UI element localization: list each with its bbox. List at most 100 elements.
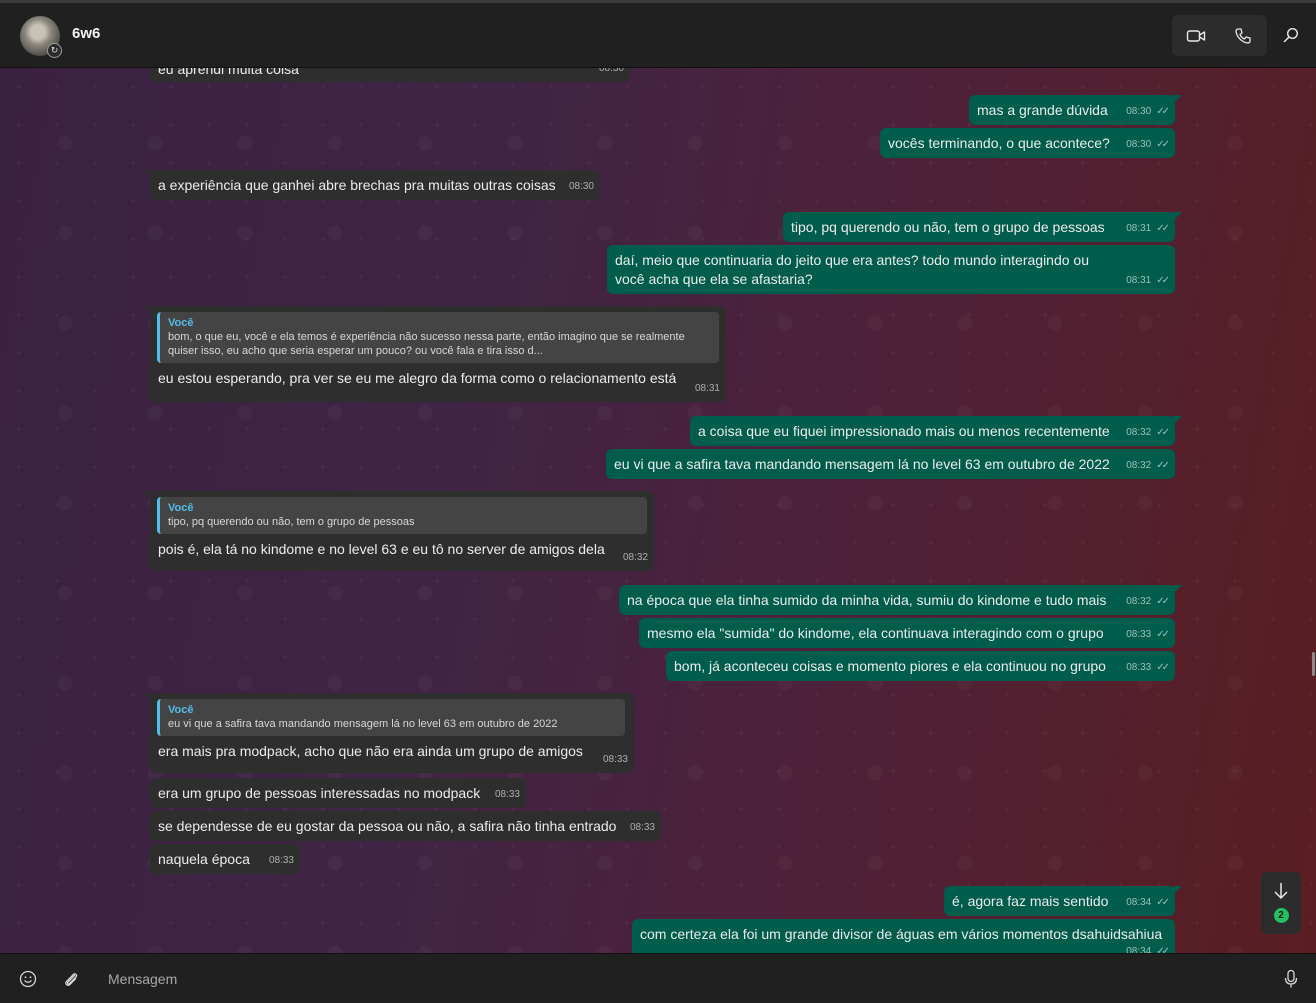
message-text: era um grupo de pessoas interessadas no … bbox=[158, 785, 481, 801]
message-list[interactable]: eu aprendi muita coisa 08:30 mas a grand… bbox=[0, 68, 1316, 953]
double-check-icon: ✓✓ bbox=[1156, 629, 1170, 640]
message-outgoing[interactable]: a coisa que eu fiquei impressionado mais… bbox=[690, 416, 1182, 446]
message-input[interactable] bbox=[98, 963, 1258, 995]
message-time: 08:31 bbox=[694, 383, 720, 394]
double-check-icon: ✓✓ bbox=[1156, 275, 1170, 286]
message-time: 08:33 bbox=[494, 789, 520, 800]
emoji-button[interactable] bbox=[15, 966, 41, 992]
message-time: 08:31 bbox=[1126, 223, 1152, 234]
message-incoming-reply[interactable]: Você eu vi que a safira tava mandando me… bbox=[143, 693, 634, 773]
message-outgoing[interactable]: é, agora faz mais sentido 08:34 ✓✓ bbox=[944, 886, 1182, 916]
message-incoming[interactable]: eu aprendi muita coisa 08:30 bbox=[150, 68, 630, 82]
message-time: 08:33 bbox=[268, 855, 294, 866]
message-text: mesmo ela "sumida" do kindome, ela conti… bbox=[647, 625, 1104, 641]
status-ring-icon: ↻ bbox=[47, 43, 62, 58]
message-text: com certeza ela foi um grande divisor de… bbox=[640, 926, 1163, 942]
voice-call-button[interactable] bbox=[1220, 15, 1268, 56]
message-text: mas a grande dúvida bbox=[977, 102, 1108, 118]
message-text: a coisa que eu fiquei impressionado mais… bbox=[698, 423, 1110, 439]
message-time: 08:32 bbox=[1126, 427, 1152, 438]
message-text: eu vi que a safira tava mandando mensage… bbox=[614, 456, 1110, 472]
message-outgoing[interactable]: vocês terminando, o que acontece? 08:30 ✓… bbox=[880, 128, 1175, 158]
message-incoming[interactable]: era um grupo de pessoas interessadas no … bbox=[150, 778, 526, 808]
message-text: era mais pra modpack, acho que não era a… bbox=[158, 743, 583, 759]
quoted-message[interactable]: Você bom, o que eu, você e ela temos é e… bbox=[157, 312, 719, 363]
double-check-icon: ✓✓ bbox=[1156, 139, 1170, 150]
double-check-icon: ✓✓ bbox=[1156, 223, 1170, 234]
message-text: tipo, pq querendo ou não, tem o grupo de… bbox=[791, 219, 1105, 235]
contact-name[interactable]: 6w6 bbox=[72, 25, 100, 42]
message-outgoing[interactable]: com certeza ela foi um grande divisor de… bbox=[632, 919, 1175, 953]
quote-author: Você bbox=[168, 502, 194, 514]
message-text: bom, já aconteceu coisas e momento piore… bbox=[674, 658, 1106, 674]
quote-author: Você bbox=[168, 317, 194, 329]
message-time: 08:33 bbox=[1126, 662, 1152, 673]
message-outgoing[interactable]: mas a grande dúvida 08:30 ✓✓ bbox=[969, 95, 1182, 125]
message-outgoing[interactable]: tipo, pq querendo ou não, tem o grupo de… bbox=[783, 212, 1182, 242]
message-time: 08:34 bbox=[1126, 897, 1152, 908]
double-check-icon: ✓✓ bbox=[1156, 460, 1170, 471]
message-composer bbox=[0, 953, 1316, 1003]
double-check-icon: ✓✓ bbox=[1156, 897, 1170, 908]
message-time: 08:33 bbox=[629, 822, 655, 833]
message-incoming-reply[interactable]: Você bom, o que eu, você e ela temos é e… bbox=[143, 306, 726, 402]
video-call-icon bbox=[1186, 29, 1205, 42]
double-check-icon: ✓✓ bbox=[1156, 427, 1170, 438]
emoji-icon bbox=[19, 970, 37, 988]
message-time: 08:34 bbox=[1126, 946, 1152, 953]
message-time: 08:33 bbox=[602, 754, 628, 765]
unread-count-badge: 2 bbox=[1273, 908, 1289, 923]
message-incoming[interactable]: a experiência que ganhei abre brechas pr… bbox=[143, 170, 600, 200]
double-check-icon: ✓✓ bbox=[1156, 596, 1170, 607]
message-text: vocês terminando, o que acontece? bbox=[888, 135, 1110, 151]
call-button-group bbox=[1172, 15, 1267, 56]
scroll-to-bottom-button[interactable]: 2 bbox=[1261, 872, 1301, 934]
message-time: 08:32 bbox=[1126, 460, 1152, 471]
message-outgoing[interactable]: bom, já aconteceu coisas e momento piore… bbox=[666, 651, 1175, 681]
microphone-icon bbox=[1284, 969, 1298, 988]
message-outgoing[interactable]: daí, meio que continuaria do jeito que e… bbox=[607, 245, 1175, 294]
message-time: 08:30 bbox=[568, 181, 594, 192]
double-check-icon: ✓✓ bbox=[1156, 662, 1170, 673]
message-text: pois é, ela tá no kindome e no level 63 … bbox=[158, 541, 605, 557]
quote-text: tipo, pq querendo ou não, tem o grupo de… bbox=[168, 516, 415, 528]
quoted-message[interactable]: Você eu vi que a safira tava mandando me… bbox=[157, 699, 625, 736]
message-text: se dependesse de eu gostar da pessoa ou … bbox=[158, 818, 617, 834]
message-time: 08:32 bbox=[622, 552, 648, 563]
message-incoming-reply[interactable]: Você tipo, pq querendo ou não, tem o gru… bbox=[143, 491, 654, 571]
message-text: a experiência que ganhei abre brechas pr… bbox=[158, 177, 556, 193]
quote-text: bom, o que eu, você e ela temos é experi… bbox=[168, 331, 685, 357]
video-call-button[interactable] bbox=[1172, 15, 1220, 56]
search-icon bbox=[1283, 27, 1299, 43]
double-check-icon: ✓✓ bbox=[1156, 946, 1170, 953]
message-incoming[interactable]: naquela época 08:33 bbox=[150, 844, 300, 874]
quoted-message[interactable]: Você tipo, pq querendo ou não, tem o gru… bbox=[157, 497, 647, 534]
voice-call-icon bbox=[1235, 27, 1251, 44]
message-text: naquela época bbox=[158, 851, 250, 867]
paperclip-icon bbox=[65, 973, 78, 986]
message-text: eu estou esperando, pra ver se eu me ale… bbox=[158, 370, 677, 386]
chat-header: ↻ 6w6 bbox=[0, 3, 1316, 68]
quote-text: eu vi que a safira tava mandando mensage… bbox=[168, 718, 558, 730]
double-check-icon: ✓✓ bbox=[1156, 106, 1170, 117]
message-time: 08:30 bbox=[598, 68, 624, 74]
attach-button[interactable] bbox=[58, 966, 84, 992]
message-text: é, agora faz mais sentido bbox=[952, 893, 1109, 909]
message-text: na época que ela tinha sumido da minha v… bbox=[627, 592, 1107, 608]
message-outgoing[interactable]: mesmo ela "sumida" do kindome, ela conti… bbox=[639, 618, 1175, 648]
message-time: 08:30 bbox=[1126, 139, 1152, 150]
message-incoming[interactable]: se dependesse de eu gostar da pessoa ou … bbox=[150, 811, 661, 841]
message-outgoing[interactable]: na época que ela tinha sumido da minha v… bbox=[619, 585, 1182, 615]
voice-message-button[interactable] bbox=[1278, 966, 1304, 992]
message-text: daí, meio que continuaria do jeito que e… bbox=[615, 252, 1090, 287]
message-time: 08:33 bbox=[1126, 629, 1152, 640]
message-time: 08:30 bbox=[1126, 106, 1152, 117]
quote-author: Você bbox=[168, 704, 194, 716]
message-time: 08:32 bbox=[1126, 596, 1152, 607]
search-button[interactable] bbox=[1276, 20, 1306, 50]
scrollbar-thumb[interactable] bbox=[1312, 652, 1315, 676]
message-outgoing[interactable]: eu vi que a safira tava mandando mensage… bbox=[606, 449, 1175, 479]
message-text: eu aprendi muita coisa bbox=[158, 68, 299, 77]
arrow-down-icon bbox=[1274, 883, 1288, 900]
message-time: 08:31 bbox=[1126, 275, 1152, 286]
